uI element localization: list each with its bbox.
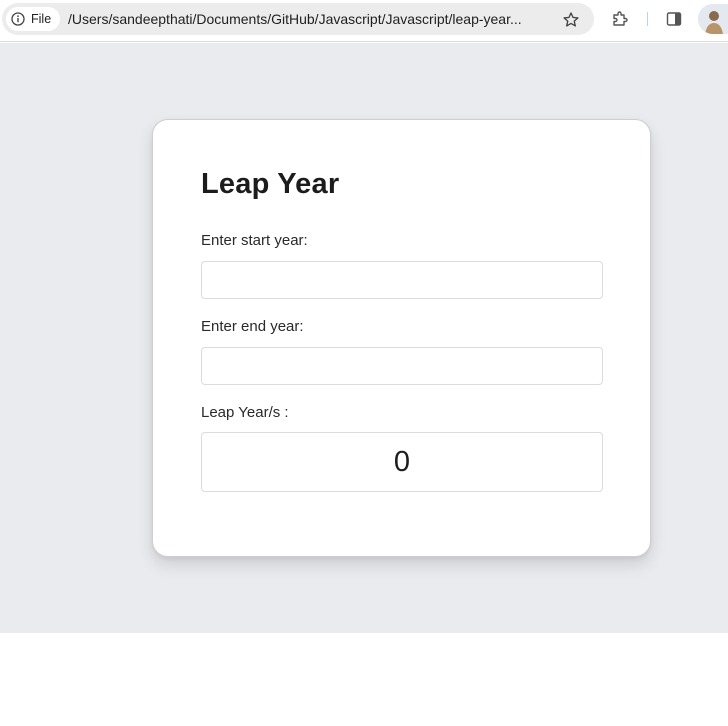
profile-avatar-icon [698,4,728,34]
url-text[interactable]: /Users/sandeepthati/Documents/GitHub/Jav… [68,3,556,35]
page-title: Leap Year [201,168,340,200]
site-chip-label: File [31,12,52,26]
end-year-input[interactable] [201,347,603,385]
page-bottom-area [0,633,728,726]
end-year-label: Enter end year: [201,318,304,335]
puzzle-icon[interactable] [611,10,629,28]
page-viewport: Leap Year Enter start year: Enter end ye… [0,43,728,633]
address-bar[interactable]: File /Users/sandeepthati/Documents/GitHu… [2,3,594,35]
start-year-input[interactable] [201,261,603,299]
toolbar-divider [647,12,648,26]
browser-toolbar: File /Users/sandeepthati/Documents/GitHu… [0,0,728,42]
star-icon[interactable] [562,11,580,29]
info-circle-icon [11,12,25,26]
leap-year-count-output: 0 [201,432,603,492]
site-info-chip[interactable]: File [6,7,60,31]
start-year-label: Enter start year: [201,232,308,249]
side-panel-icon[interactable] [666,11,682,27]
leap-year-card: Leap Year Enter start year: Enter end ye… [152,119,651,557]
avatar[interactable] [698,4,728,34]
result-label: Leap Year/s : [201,404,289,421]
